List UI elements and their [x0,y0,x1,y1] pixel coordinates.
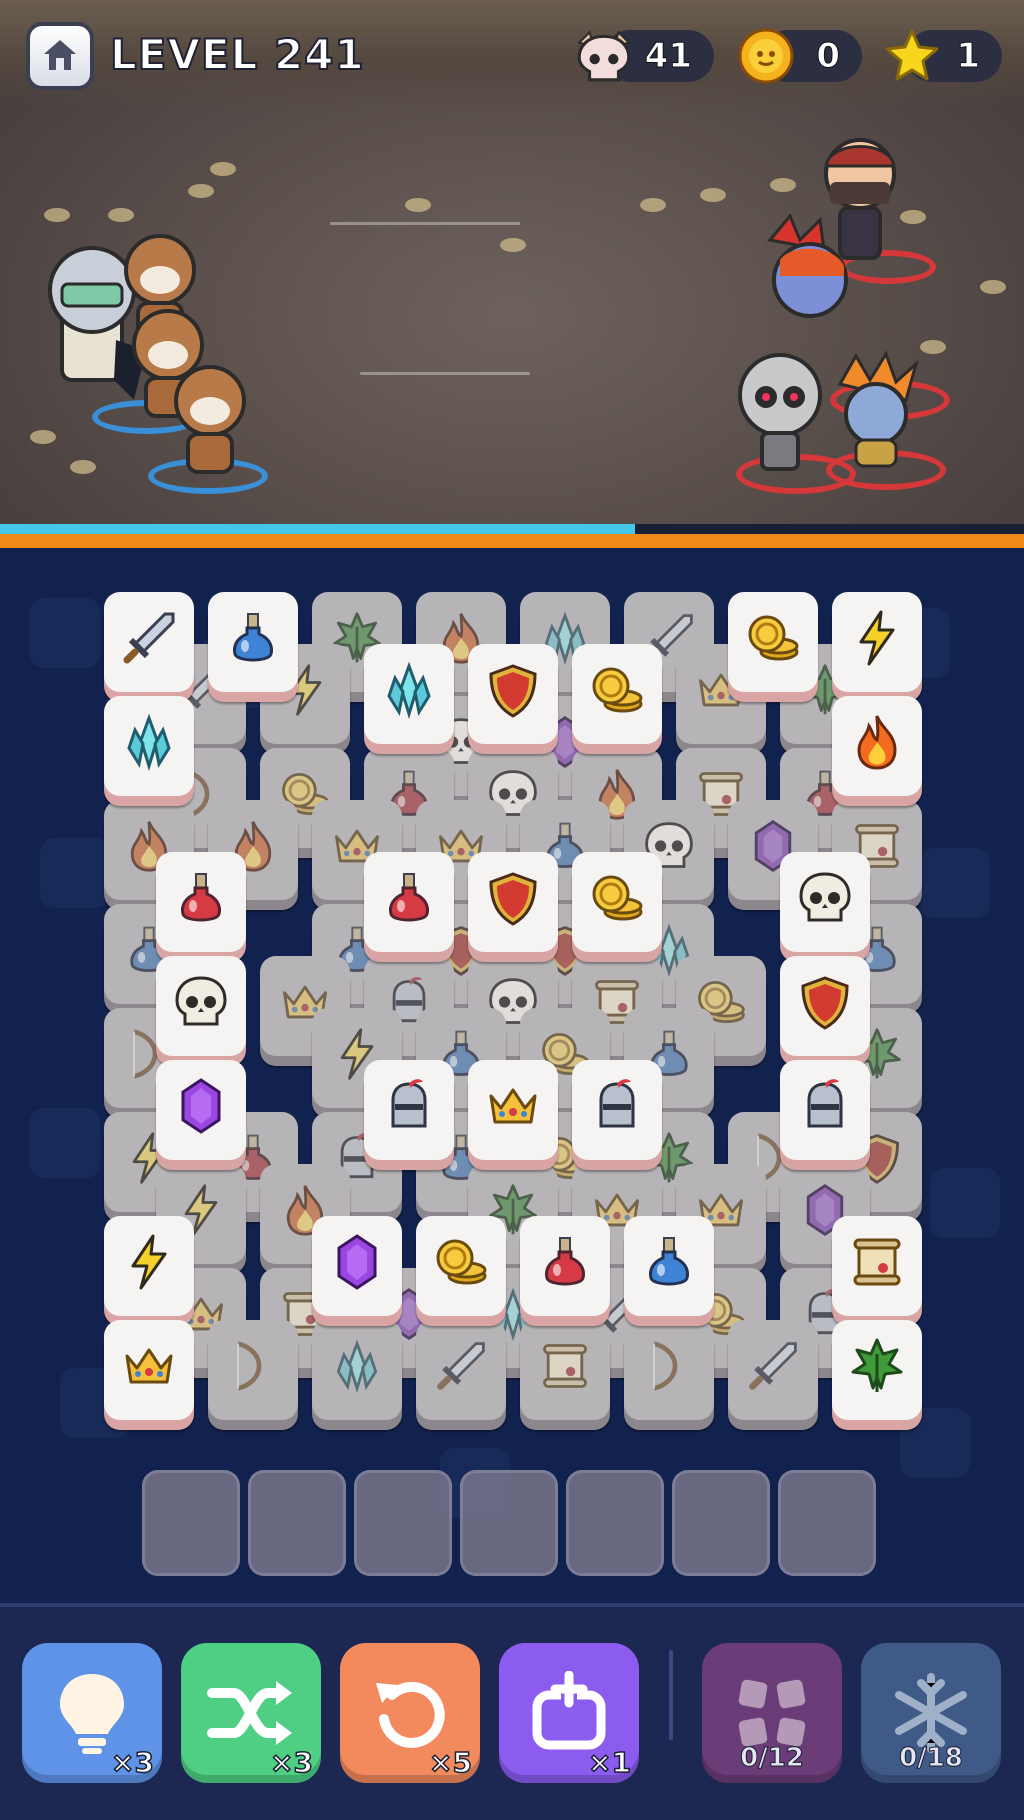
toolbar-divider [669,1650,673,1740]
hint-button[interactable]: ×3 [22,1643,162,1783]
tile-helmet[interactable] [572,1060,662,1160]
red-panda-ally[interactable] [160,356,260,476]
coin-counter: 0 [734,28,862,84]
tile-gem[interactable] [312,1216,402,1316]
tile-crown[interactable] [468,1060,558,1160]
tile-bolt[interactable] [832,592,922,692]
level-title: LEVEL 241 [109,29,365,80]
undo-button[interactable]: ×5 [340,1643,480,1783]
tile-scroll[interactable] [832,1216,922,1316]
tray-slot [354,1470,452,1576]
shuffle-count: ×3 [269,1745,313,1780]
tile-crystal[interactable] [364,644,454,744]
shuffle-button[interactable]: ×3 [181,1643,321,1783]
tray-slot [248,1470,346,1576]
tile-crown[interactable] [104,1320,194,1420]
add-slot-button[interactable]: ×1 [499,1643,639,1783]
star-icon [880,24,944,88]
battle-scene: LEVEL 241 41 0 1 [0,0,1024,524]
tile-helmet[interactable] [780,1060,870,1160]
add-slot-icon [532,1671,606,1750]
undo-icon [376,1681,445,1748]
tile-gem[interactable] [156,1060,246,1160]
tile-scroll[interactable] [520,1320,610,1420]
star-counter: 1 [880,28,1002,84]
tile-crystal[interactable] [312,1320,402,1420]
tile-sword[interactable] [104,592,194,692]
tile-coins[interactable] [572,852,662,952]
home-icon [44,40,76,70]
undo-count: ×5 [428,1745,472,1780]
motion-streak [330,222,520,225]
tile-bow[interactable] [208,1320,298,1420]
tray-slot [142,1470,240,1576]
tile-coins[interactable] [416,1216,506,1316]
tray-slot [778,1470,876,1576]
tray-slot [672,1470,770,1576]
tile-crystal[interactable] [104,696,194,796]
tile-potion-red[interactable] [520,1216,610,1316]
coin-icon [734,24,798,88]
skull-counter: 41 [572,28,714,84]
tile-shield[interactable] [468,852,558,952]
tile-skull[interactable] [156,956,246,1056]
hint-count: ×3 [110,1745,154,1780]
freeze-button[interactable]: 0/18 [861,1643,1001,1783]
freeze-progress: 0/18 [899,1743,964,1774]
tile-sword[interactable] [728,1320,818,1420]
tile-skull[interactable] [780,852,870,952]
tile-helmet[interactable] [364,1060,454,1160]
collection-tray [142,1470,880,1576]
enemy-hp-bar [0,534,1024,548]
tile-leaf[interactable] [832,1320,922,1420]
goblin-enemy[interactable] [820,350,930,470]
player-hp-fill [0,524,635,534]
tile-potion-red[interactable] [364,852,454,952]
tile-sword[interactable] [416,1320,506,1420]
tray-slot [460,1470,558,1576]
tile-shield[interactable] [468,644,558,744]
home-button[interactable] [26,22,94,90]
motion-streak [360,372,530,375]
tile-potion-blue[interactable] [208,592,298,692]
shuffle-icon [207,1681,292,1745]
tile-fire[interactable] [832,696,922,796]
tile-coins[interactable] [572,644,662,744]
merge-button[interactable]: 0/12 [702,1643,842,1783]
tile-coins[interactable] [728,592,818,692]
tile-shield[interactable] [780,956,870,1056]
add-slot-count: ×1 [587,1745,631,1780]
skull-icon [572,24,636,88]
tile-potion-blue[interactable] [624,1216,714,1316]
player-hp-bar [0,524,1024,534]
dragon-knight-enemy[interactable] [750,210,870,340]
lightbulb-icon [60,1674,124,1754]
tray-slot [566,1470,664,1576]
tile-bow[interactable] [624,1320,714,1420]
powerup-toolbar: ×3 ×3 ×5 ×1 0/12 0/18 [0,1603,1024,1820]
tile-board [0,548,1024,1603]
merge-progress: 0/12 [740,1743,805,1774]
tile-potion-red[interactable] [156,852,246,952]
tile-bolt[interactable] [104,1216,194,1316]
